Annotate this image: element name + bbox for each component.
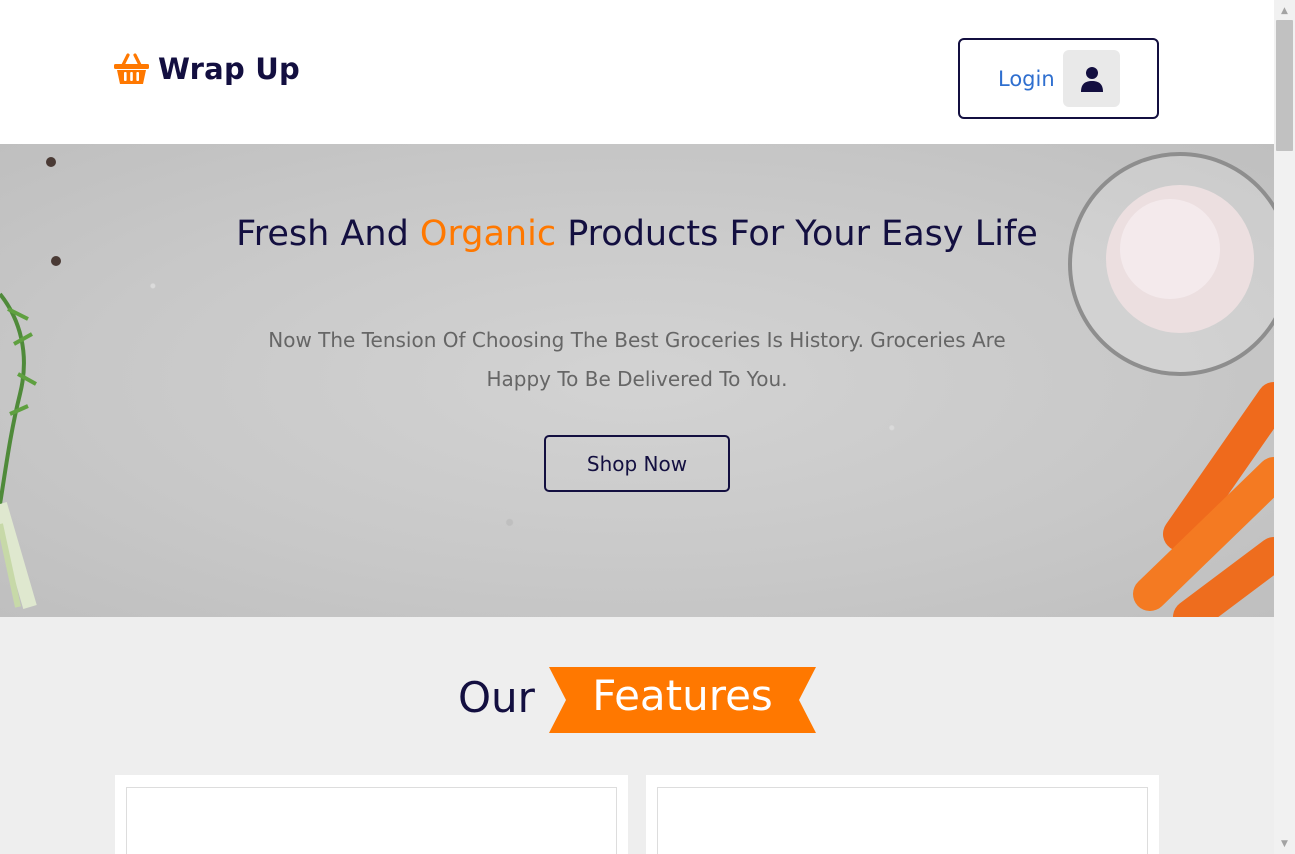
login-button[interactable]: Login	[958, 38, 1159, 119]
feature-card	[115, 775, 628, 854]
vertical-scrollbar[interactable]: ▲ ▼	[1274, 0, 1295, 854]
brand-name: Wrap Up	[158, 52, 300, 86]
scroll-down-icon[interactable]: ▼	[1274, 835, 1295, 852]
scrollbar-thumb[interactable]	[1276, 20, 1293, 151]
page: Wrap Up Login Fresh And Organic Products…	[0, 0, 1274, 854]
hero-section: Fresh And Organic Products For Your Easy…	[0, 144, 1274, 617]
login-label[interactable]: Login	[998, 67, 1055, 91]
features-heading-plain: Our	[458, 673, 535, 722]
hero-title-part1: Fresh And	[236, 214, 420, 254]
hero-title-part2: Products For Your Easy Life	[556, 214, 1038, 254]
basket-icon	[113, 53, 150, 85]
brand-logo[interactable]: Wrap Up	[113, 52, 300, 86]
hero-title-accent: Organic	[419, 214, 557, 254]
feature-card-inner	[657, 787, 1148, 854]
feature-card-inner	[126, 787, 617, 854]
user-icon[interactable]	[1063, 50, 1120, 107]
features-heading-banner: Features	[549, 667, 816, 733]
site-header: Wrap Up Login	[0, 0, 1274, 144]
scroll-up-icon[interactable]: ▲	[1274, 2, 1295, 19]
shop-now-button[interactable]: Shop Now	[544, 435, 730, 492]
features-heading: Our Features	[0, 667, 1274, 733]
hero-title: Fresh And Organic Products For Your Easy…	[0, 211, 1274, 257]
feature-card	[646, 775, 1159, 854]
hero-subtitle: Now The Tension Of Choosing The Best Gro…	[268, 328, 1006, 391]
features-heading-highlight: Features	[592, 671, 773, 720]
